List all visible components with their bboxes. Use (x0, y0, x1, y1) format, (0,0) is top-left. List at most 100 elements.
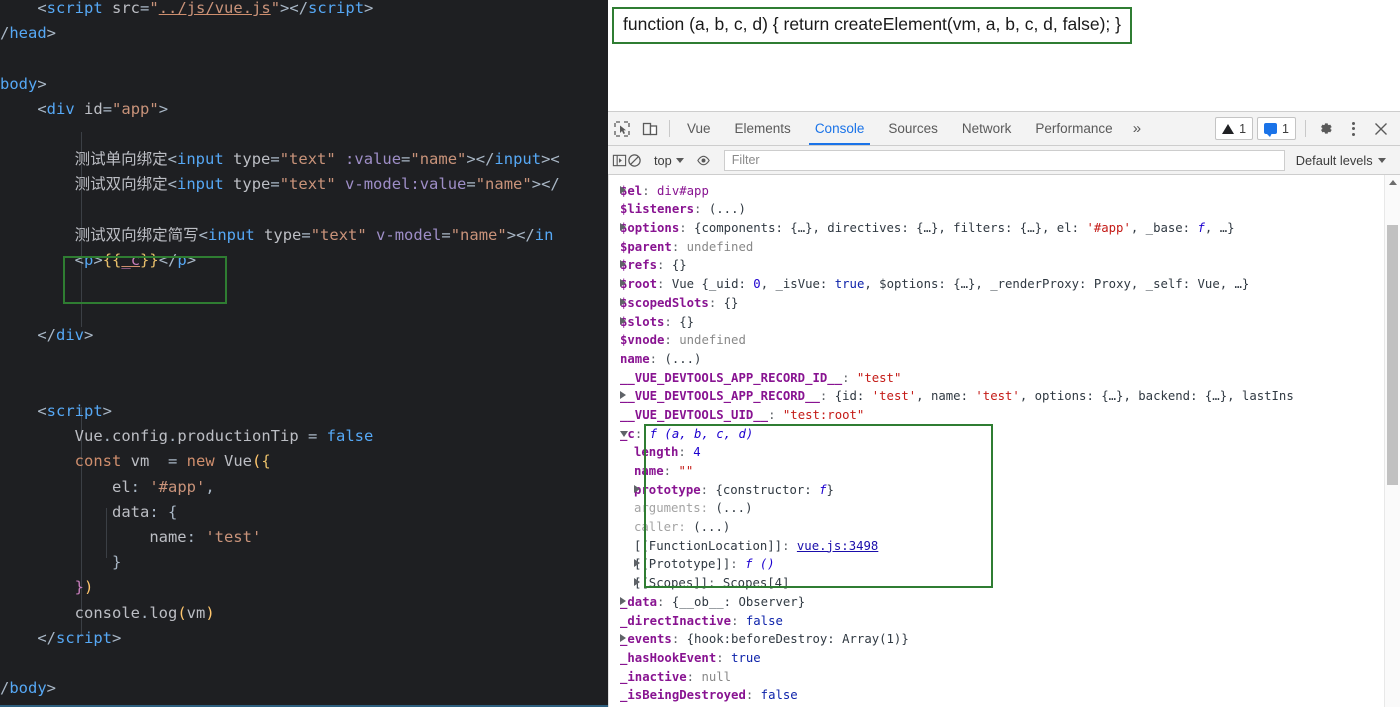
console-line[interactable]: caller: (...) (608, 518, 1400, 537)
chevron-right-icon[interactable] (620, 316, 626, 325)
chevron-right-icon[interactable] (620, 260, 626, 269)
chevron-right-icon[interactable] (620, 223, 626, 232)
scroll-up-arrow-icon[interactable] (1388, 180, 1397, 185)
console-output[interactable]: $el: div#app $listeners: (...) $options: {… (608, 175, 1400, 707)
console-line[interactable]: $el: div#app (608, 182, 1400, 201)
live-expression-icon[interactable] (696, 146, 711, 174)
console-line[interactable]: $vnode: undefined (608, 331, 1400, 350)
code-token: div (46, 99, 75, 118)
console-line[interactable]: [[FunctionLocation]]: vue.js:3498 (608, 537, 1400, 556)
chevron-right-icon[interactable] (620, 279, 626, 288)
chevron-right-icon[interactable] (620, 185, 626, 194)
console-line[interactable]: name: "" (608, 462, 1400, 481)
clear-console-icon[interactable] (627, 146, 642, 174)
filter-input[interactable]: Filter (723, 149, 1285, 171)
console-token: : (678, 520, 694, 535)
chevron-down-icon[interactable] (620, 430, 628, 441)
tab-vue[interactable]: Vue (675, 112, 723, 145)
console-token: : (657, 258, 672, 273)
code-token: v-model (376, 225, 442, 244)
more-tabs-button[interactable]: » (1125, 120, 1149, 137)
chevron-right-icon[interactable] (620, 391, 626, 400)
console-line[interactable]: __VUE_DEVTOOLS_APP_RECORD_ID__: "test" (608, 369, 1400, 388)
messages-badge[interactable]: 1 (1257, 117, 1296, 140)
console-line[interactable]: __VUE_DEVTOOLS_APP_RECORD__: {id: 'test'… (608, 387, 1400, 406)
console-line[interactable]: $listeners: (...) (608, 200, 1400, 219)
console-line[interactable]: $refs: {} (608, 256, 1400, 275)
console-token: _hasHookEvent (620, 650, 717, 665)
console-line[interactable]: $options: {components: {…}, directives: … (608, 219, 1400, 238)
code-editor-pane[interactable]: <script src="../js/vue.js"></script>/hea… (0, 0, 608, 707)
console-sidebar-icon[interactable] (612, 146, 627, 174)
console-token: , _isVue: (760, 277, 835, 292)
chevron-right-icon[interactable] (620, 297, 626, 306)
console-token: __VUE_DEVTOOLS_APP_RECORD_ID__ (620, 370, 843, 385)
inspect-element-icon[interactable] (608, 112, 636, 145)
code-token: > (158, 99, 169, 118)
code-token: "text" (279, 150, 336, 169)
code-text[interactable]: <script src="../js/vue.js"></script>/hea… (0, 0, 608, 707)
scrollbar-thumb[interactable] (1387, 225, 1398, 485)
code-token: script (308, 0, 365, 17)
console-line[interactable]: [[Prototype]]: f () (608, 555, 1400, 574)
gear-icon[interactable] (1311, 112, 1339, 145)
console-line[interactable]: $root: Vue {_uid: 0, _isVue: true, $opti… (608, 275, 1400, 294)
console-line[interactable]: length: 4 (608, 443, 1400, 462)
console-line[interactable]: _directInactive: false (608, 612, 1400, 631)
console-line[interactable]: $parent: undefined (608, 238, 1400, 257)
code-line: Vue.config.productionTip = false (0, 424, 608, 449)
console-token: : (708, 576, 723, 591)
console-line[interactable]: _isBeingDestroyed: false (608, 686, 1400, 705)
chevron-right-icon[interactable] (634, 484, 640, 493)
code-line: name: 'test' (0, 525, 608, 550)
chevron-right-icon[interactable] (634, 559, 640, 568)
console-line[interactable]: name: (...) (608, 350, 1400, 369)
console-line[interactable]: arguments: (...) (608, 499, 1400, 518)
console-token: Scopes[4] (722, 576, 790, 591)
console-line[interactable]: _data: {__ob__: Observer} (608, 593, 1400, 612)
code-token: < (167, 175, 178, 194)
device-toolbar-icon[interactable] (636, 112, 664, 145)
execution-context-dropdown[interactable]: top (650, 153, 688, 168)
code-token: script (46, 0, 103, 17)
console-line[interactable]: prototype: {constructor: f} (608, 481, 1400, 500)
code-token: { (167, 502, 178, 521)
console-token: _inactive (620, 669, 687, 684)
console-line[interactable]: __VUE_DEVTOOLS_UID__: "test:root" (608, 406, 1400, 425)
console-token: , options: {…}, backend: {…}, lastIns (1019, 389, 1294, 404)
console-line[interactable] (608, 175, 1400, 182)
console-log-lines[interactable]: $el: div#app $listeners: (...) $options: {… (608, 175, 1400, 707)
console-line[interactable]: _events: {hook:beforeDestroy: Array(1)} (608, 630, 1400, 649)
console-scrollbar[interactable] (1384, 175, 1400, 707)
tab-sources[interactable]: Sources (876, 112, 950, 145)
code-token: type (233, 175, 271, 194)
chevron-right-icon[interactable] (620, 634, 626, 643)
kebab-menu-icon[interactable] (1339, 112, 1367, 145)
log-levels-dropdown[interactable]: Default levels (1290, 153, 1392, 168)
close-icon[interactable] (1367, 112, 1395, 145)
console-line[interactable]: _hasHookEvent: true (608, 649, 1400, 668)
tab-console[interactable]: Console (803, 112, 877, 145)
console-line[interactable]: [[Scopes]]: Scopes[4] (608, 574, 1400, 593)
warnings-badge[interactable]: 1 (1215, 117, 1254, 140)
chevron-right-icon[interactable] (620, 596, 626, 605)
console-line[interactable]: _c: f (a, b, c, d) (608, 425, 1400, 444)
code-token: input (494, 150, 542, 169)
code-token: > (280, 0, 290, 17)
console-token: : (842, 370, 857, 385)
devtools-tabs[interactable]: Vue Elements Console Sources Network Performa… (675, 112, 1125, 145)
console-token: __VUE_DEVTOOLS_UID__ (620, 407, 769, 422)
code-line: <p>{{_c}}</p> (0, 248, 608, 273)
tab-performance[interactable]: Performance (1023, 112, 1124, 145)
console-line[interactable]: $scopedSlots: {} (608, 294, 1400, 313)
console-line[interactable]: $slots: {} (608, 313, 1400, 332)
console-line[interactable]: _inactive: null (608, 668, 1400, 687)
tab-elements[interactable]: Elements (723, 112, 803, 145)
tab-network[interactable]: Network (950, 112, 1024, 145)
chevron-right-icon[interactable] (634, 578, 640, 587)
